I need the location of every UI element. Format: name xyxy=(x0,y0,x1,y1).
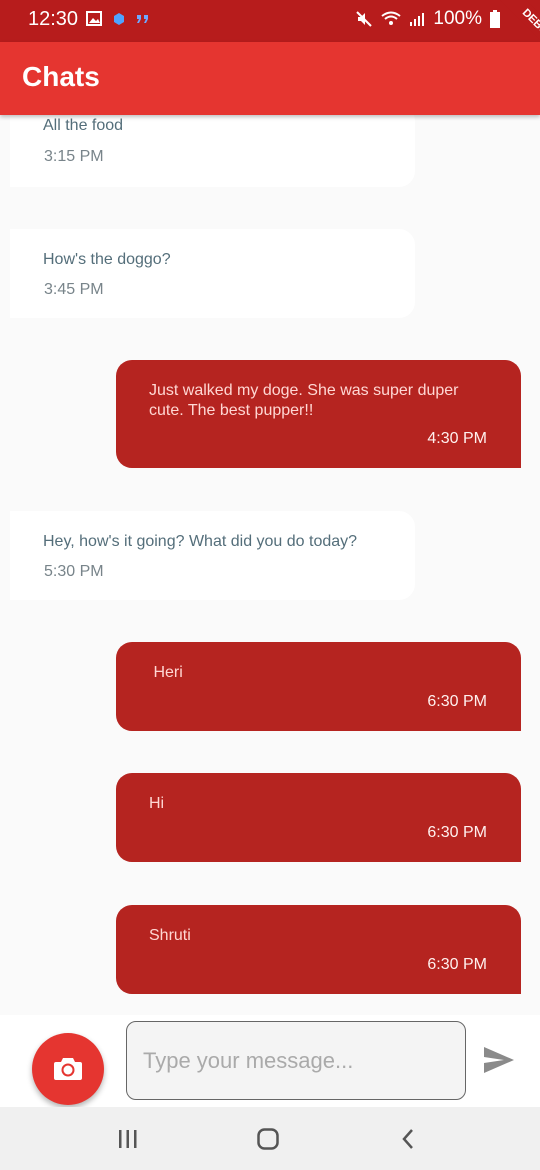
message-time: 5:30 PM xyxy=(44,563,104,580)
message-text: Just walked my doge. She was super duper… xyxy=(149,382,459,419)
message-text: Heri xyxy=(149,664,183,681)
message-input[interactable] xyxy=(141,1042,455,1080)
message-composer xyxy=(0,1015,540,1107)
message-time: 3:15 PM xyxy=(44,148,104,165)
message-time: 4:30 PM xyxy=(427,430,487,447)
home-button[interactable] xyxy=(253,1125,283,1153)
message-bubble-outgoing: Shruti 6:30 PM xyxy=(116,905,521,994)
camera-button[interactable] xyxy=(32,1033,104,1105)
mute-icon xyxy=(356,11,373,27)
message-text: Hi xyxy=(149,795,165,812)
message-input-box[interactable] xyxy=(126,1021,466,1100)
message-text: How's the doggo? xyxy=(43,251,171,268)
wifi-icon xyxy=(381,11,402,25)
message-bubble-outgoing: Hi 6:30 PM xyxy=(116,773,521,862)
message-time: 3:45 PM xyxy=(44,281,104,298)
message-time: 6:30 PM xyxy=(427,693,487,710)
send-icon[interactable] xyxy=(482,1045,516,1075)
message-bubble-outgoing: Just walked my doge. She was super duper… xyxy=(116,360,521,468)
message-text: All the food xyxy=(43,117,124,134)
debug-banner: DEBUG xyxy=(480,0,540,60)
message-text: Shruti xyxy=(149,927,191,944)
page-title: Chats xyxy=(22,61,100,92)
quote-notification-icon xyxy=(137,14,148,23)
message-bubble-incoming: Hey, how's it going? What did you do tod… xyxy=(10,511,415,600)
system-nav-bar xyxy=(0,1107,540,1170)
camera-icon xyxy=(54,1058,82,1080)
debug-label: DEBUG xyxy=(496,0,540,60)
signal-icon xyxy=(410,13,425,26)
message-time: 6:30 PM xyxy=(427,956,487,973)
message-time: 6:30 PM xyxy=(427,824,487,841)
app-notification-icon xyxy=(114,12,124,25)
status-bar: 12:30 100% xyxy=(0,0,540,42)
back-icon xyxy=(402,1129,413,1149)
message-bubble-incoming: How's the doggo? 3:45 PM xyxy=(10,229,415,318)
status-time: 12:30 xyxy=(28,8,79,30)
chat-list[interactable]: All the food 3:15 PM How's the doggo? 3:… xyxy=(0,115,540,1015)
recent-apps-button[interactable] xyxy=(113,1125,143,1153)
home-icon xyxy=(257,1128,279,1150)
message-bubble-incoming: All the food 3:15 PM xyxy=(10,115,415,187)
app-bar: Chats xyxy=(0,42,540,115)
recent-apps-icon xyxy=(119,1130,137,1148)
back-button[interactable] xyxy=(393,1125,423,1153)
gallery-notification-icon xyxy=(86,11,102,26)
message-bubble-outgoing: Heri 6:30 PM xyxy=(116,642,521,731)
battery-percent: 100% xyxy=(433,8,482,29)
message-text: Hey, how's it going? What did you do tod… xyxy=(43,533,358,550)
